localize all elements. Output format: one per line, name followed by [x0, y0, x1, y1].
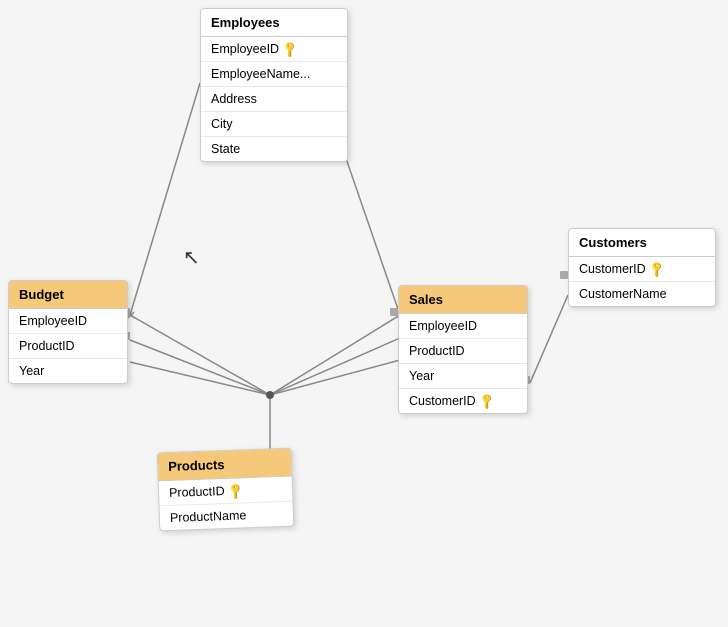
budget-field-year: Year: [9, 359, 127, 383]
budget-table: Budget EmployeeID ProductID Year: [8, 280, 128, 384]
key-icon-customers: 🔑: [647, 260, 666, 279]
products-table: Products ProductID 🔑 ProductName: [157, 448, 295, 532]
sales-header: Sales: [399, 286, 527, 314]
employees-field-employeeid: EmployeeID 🔑: [201, 37, 347, 62]
key-icon-sales: 🔑: [477, 392, 496, 411]
customers-header: Customers: [569, 229, 715, 257]
key-icon-products: 🔑: [226, 481, 245, 500]
budget-field-employeeid: EmployeeID: [9, 309, 127, 334]
budget-header: Budget: [9, 281, 127, 309]
sales-field-customerid: CustomerID 🔑: [399, 389, 527, 413]
customers-field-customername: CustomerName: [569, 282, 715, 306]
employees-field-state: State: [201, 137, 347, 161]
key-icon: 🔑: [281, 40, 300, 59]
sales-table: Sales EmployeeID ProductID Year Customer…: [398, 285, 528, 414]
cursor: ↖: [183, 245, 200, 270]
diagram-canvas: Employees EmployeeID 🔑 EmployeeName... A…: [0, 0, 728, 627]
employees-field-address: Address: [201, 87, 347, 112]
employees-field-city: City: [201, 112, 347, 137]
customers-field-customerid: CustomerID 🔑: [569, 257, 715, 282]
budget-field-productid: ProductID: [9, 334, 127, 359]
employees-header: Employees: [201, 9, 347, 37]
sales-field-employeeid: EmployeeID: [399, 314, 527, 339]
employees-table: Employees EmployeeID 🔑 EmployeeName... A…: [200, 8, 348, 162]
employees-field-employeename: EmployeeName...: [201, 62, 347, 87]
sales-field-year: Year: [399, 364, 527, 389]
products-field-productname: ProductName: [160, 502, 294, 531]
sales-field-productid: ProductID: [399, 339, 527, 364]
customers-table: Customers CustomerID 🔑 CustomerName: [568, 228, 716, 307]
